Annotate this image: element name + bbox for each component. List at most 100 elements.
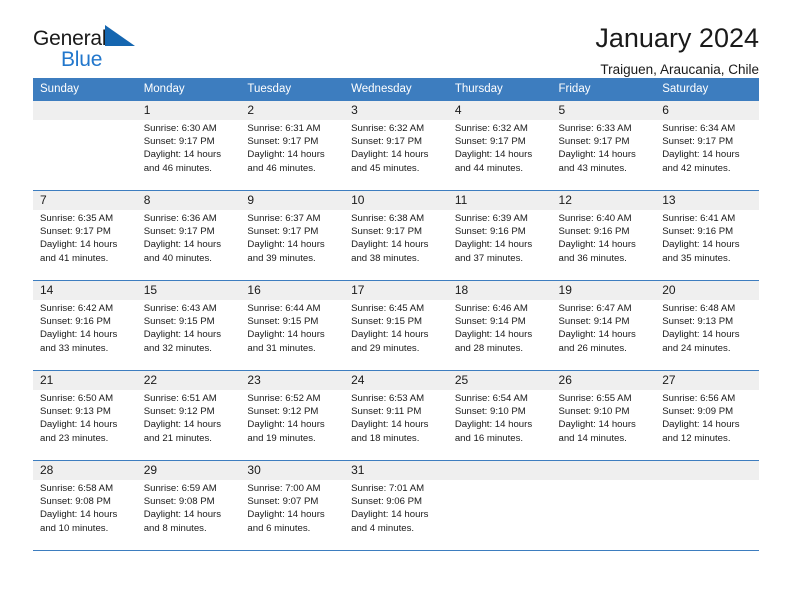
daylight-text-line1: Daylight: 14 hours [247,509,325,521]
day-cell[interactable]: 8 Sunrise: 6:36 AM Sunset: 9:17 PM Dayli… [136,190,241,281]
calendar-page: General Blue January 2024 Traiguen, Arau… [0,0,792,612]
day-cell[interactable] [33,100,137,191]
day-cell[interactable]: 24 Sunrise: 6:53 AM Sunset: 9:11 PM Dayl… [344,370,448,461]
page-header: General Blue January 2024 Traiguen, Arau… [33,0,759,76]
sunrise-text: Sunrise: 6:31 AM [247,123,321,134]
sunset-text: Sunset: 9:14 PM [558,316,630,328]
day-cell[interactable]: 10 Sunrise: 6:38 AM Sunset: 9:17 PM Dayl… [344,190,448,281]
day-cell[interactable]: 27 Sunrise: 6:56 AM Sunset: 9:09 PM Dayl… [655,370,759,461]
daylight-text-line1: Daylight: 14 hours [143,509,222,521]
daylight-text-line1: Daylight: 14 hours [143,239,222,251]
day-info: Sunrise: 6:56 AM Sunset: 9:09 PM Dayligh… [655,390,759,445]
sunrise-text: Sunrise: 7:00 AM [247,483,321,494]
daylight-text-line2: and 31 minutes. [247,342,316,354]
day-cell[interactable]: 17 Sunrise: 6:45 AM Sunset: 9:15 PM Dayl… [344,280,448,371]
calendar-week-row: 1 Sunrise: 6:30 AM Sunset: 9:17 PM Dayli… [33,100,759,191]
day-info: Sunrise: 7:00 AM Sunset: 9:07 PM Dayligh… [240,480,344,535]
daylight-text-line1: Daylight: 14 hours [558,329,636,341]
day-cell[interactable]: 19 Sunrise: 6:47 AM Sunset: 9:14 PM Dayl… [551,280,656,371]
daylight-text-line1: Daylight: 14 hours [40,419,118,431]
daylight-text-line1: Daylight: 14 hours [454,149,533,161]
day-cell[interactable] [551,460,656,551]
day-info: Sunrise: 6:37 AM Sunset: 9:17 PM Dayligh… [240,210,344,265]
sunset-text: Sunset: 9:17 PM [247,226,319,238]
daylight-text-line2: and 41 minutes. [40,252,109,264]
day-cell[interactable]: 16 Sunrise: 6:44 AM Sunset: 9:15 PM Dayl… [240,280,345,371]
day-number: 17 [344,281,448,300]
daylight-text-line2: and 39 minutes. [247,252,316,264]
day-cell[interactable]: 13 Sunrise: 6:41 AM Sunset: 9:16 PM Dayl… [655,190,759,281]
day-cell[interactable]: 9 Sunrise: 6:37 AM Sunset: 9:17 PM Dayli… [240,190,345,281]
day-cell[interactable]: 3 Sunrise: 6:32 AM Sunset: 9:17 PM Dayli… [344,100,448,191]
day-cell[interactable]: 7 Sunrise: 6:35 AM Sunset: 9:17 PM Dayli… [33,190,137,281]
title-block: January 2024 Traiguen, Araucania, Chile [595,23,759,77]
day-info: Sunrise: 6:51 AM Sunset: 9:12 PM Dayligh… [137,390,241,445]
day-cell[interactable] [655,460,759,551]
day-number: 8 [136,191,241,210]
sunrise-text: Sunrise: 6:35 AM [40,213,114,224]
day-cell[interactable]: 6 Sunrise: 6:34 AM Sunset: 9:17 PM Dayli… [655,100,759,191]
sunset-text: Sunset: 9:12 PM [143,406,215,418]
day-cell[interactable]: 15 Sunrise: 6:43 AM Sunset: 9:15 PM Dayl… [136,280,241,371]
day-cell[interactable]: 31 Sunrise: 7:01 AM Sunset: 9:06 PM Dayl… [344,460,448,551]
day-cell[interactable]: 28 Sunrise: 6:58 AM Sunset: 9:08 PM Dayl… [33,460,137,551]
daylight-text-line2: and 16 minutes. [454,432,524,444]
day-cell[interactable]: 21 Sunrise: 6:50 AM Sunset: 9:13 PM Dayl… [33,370,137,461]
day-number: 31 [344,461,448,480]
day-info: Sunrise: 6:47 AM Sunset: 9:14 PM Dayligh… [552,300,656,355]
day-cell[interactable]: 22 Sunrise: 6:51 AM Sunset: 9:12 PM Dayl… [136,370,241,461]
sunset-text: Sunset: 9:13 PM [40,406,111,418]
day-cell[interactable]: 25 Sunrise: 6:54 AM Sunset: 9:10 PM Dayl… [447,370,552,461]
day-info: Sunrise: 7:01 AM Sunset: 9:06 PM Dayligh… [344,480,448,535]
sunrise-text: Sunrise: 6:40 AM [558,213,632,224]
day-cell[interactable] [447,460,552,551]
day-number: 27 [655,371,759,390]
daylight-text-line1: Daylight: 14 hours [558,239,636,251]
sunrise-text: Sunrise: 6:48 AM [662,303,736,314]
day-info: Sunrise: 6:41 AM Sunset: 9:16 PM Dayligh… [655,210,759,265]
daylight-text-line1: Daylight: 14 hours [454,329,533,341]
day-cell[interactable]: 14 Sunrise: 6:42 AM Sunset: 9:16 PM Dayl… [33,280,137,371]
sunset-text: Sunset: 9:16 PM [662,226,734,238]
day-number: 11 [447,191,552,210]
day-number: 23 [240,371,345,390]
daylight-text-line1: Daylight: 14 hours [558,419,636,431]
day-number: 10 [344,191,448,210]
daylight-text-line2: and 42 minutes. [662,162,731,174]
day-number: 13 [655,191,759,210]
day-cell[interactable]: 30 Sunrise: 7:00 AM Sunset: 9:07 PM Dayl… [240,460,345,551]
calendar-week-row: 28 Sunrise: 6:58 AM Sunset: 9:08 PM Dayl… [33,460,759,551]
day-cell[interactable]: 5 Sunrise: 6:33 AM Sunset: 9:17 PM Dayli… [551,100,656,191]
brand-logo[interactable]: General Blue [33,24,163,72]
sunrise-text: Sunrise: 6:41 AM [662,213,736,224]
day-cell[interactable]: 18 Sunrise: 6:46 AM Sunset: 9:14 PM Dayl… [447,280,552,371]
day-number: 20 [655,281,759,300]
sunrise-text: Sunrise: 6:45 AM [351,303,425,314]
day-cell[interactable]: 20 Sunrise: 6:48 AM Sunset: 9:13 PM Dayl… [655,280,759,371]
day-cell[interactable]: 29 Sunrise: 6:59 AM Sunset: 9:08 PM Dayl… [136,460,241,551]
brand-name-bottom: Blue [61,48,103,71]
day-cell[interactable]: 1 Sunrise: 6:30 AM Sunset: 9:17 PM Dayli… [136,100,241,191]
day-cell[interactable]: 11 Sunrise: 6:39 AM Sunset: 9:16 PM Dayl… [447,190,552,281]
day-info: Sunrise: 6:34 AM Sunset: 9:17 PM Dayligh… [655,120,759,175]
sunrise-text: Sunrise: 6:44 AM [247,303,321,314]
sunset-text: Sunset: 9:15 PM [247,316,319,328]
sunrise-text: Sunrise: 6:36 AM [143,213,217,224]
day-cell[interactable]: 2 Sunrise: 6:31 AM Sunset: 9:17 PM Dayli… [240,100,345,191]
day-info: Sunrise: 6:46 AM Sunset: 9:14 PM Dayligh… [448,300,552,355]
daylight-text-line1: Daylight: 14 hours [662,419,740,431]
day-number: 12 [551,191,656,210]
day-number [551,461,656,480]
weekday-header-saturday: Saturday [655,78,759,101]
daylight-text-line2: and 23 minutes. [40,432,109,444]
daylight-text-line2: and 46 minutes. [247,162,316,174]
day-number: 3 [344,101,448,120]
day-cell[interactable]: 26 Sunrise: 6:55 AM Sunset: 9:10 PM Dayl… [551,370,656,461]
day-cell[interactable]: 12 Sunrise: 6:40 AM Sunset: 9:16 PM Dayl… [551,190,656,281]
day-info: Sunrise: 6:36 AM Sunset: 9:17 PM Dayligh… [137,210,241,265]
page-subtitle: Traiguen, Araucania, Chile [600,61,759,77]
day-cell[interactable]: 4 Sunrise: 6:32 AM Sunset: 9:17 PM Dayli… [447,100,552,191]
sunrise-text: Sunrise: 6:58 AM [40,483,114,494]
day-info: Sunrise: 6:30 AM Sunset: 9:17 PM Dayligh… [137,120,241,175]
day-cell[interactable]: 23 Sunrise: 6:52 AM Sunset: 9:12 PM Dayl… [240,370,345,461]
